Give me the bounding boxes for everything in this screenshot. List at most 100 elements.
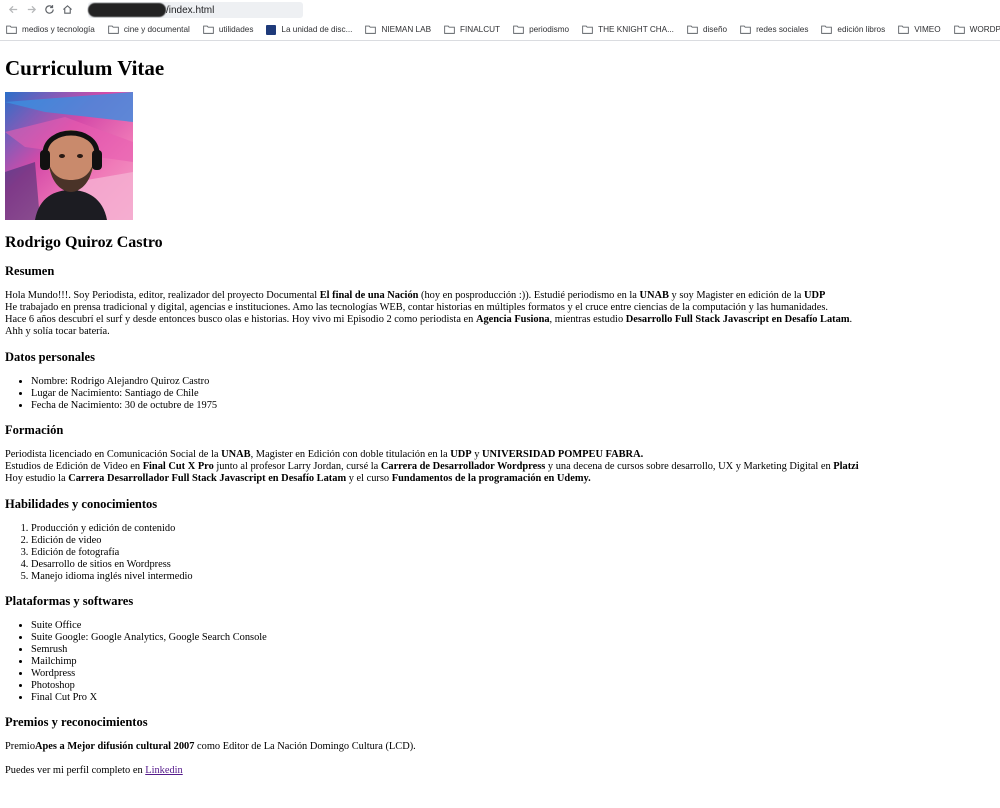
folder-icon — [203, 25, 214, 34]
list-item: Wordpress — [31, 668, 995, 680]
university-unab: UNAB — [221, 449, 251, 460]
list-item: Lugar de Nacimiento: Santiago de Chile — [31, 388, 995, 400]
home-icon — [62, 5, 72, 14]
url-text: /index.html — [166, 4, 215, 16]
folder-icon — [365, 25, 377, 34]
text-run: y una decena de cursos sobre desarrollo,… — [545, 461, 834, 472]
list-item: Nombre: Rodrigo Alejandro Quiroz Castro — [31, 376, 995, 388]
list-item: Suite Google: Google Analytics, Google S… — [31, 632, 995, 644]
bookmark-label: FINALCUT — [460, 25, 501, 34]
address-bar[interactable]: /index.html — [88, 2, 303, 18]
browser-toolbar: /index.html — [0, 0, 1000, 19]
list-item: Desarrollo de sitios en Wordpress — [31, 559, 995, 571]
bookmark-item[interactable]: VIMEO — [898, 25, 941, 34]
university-udp: UDP — [803, 290, 826, 301]
course-name: Carrera de Desarrollador Wordpress — [380, 461, 546, 472]
university-pompeu-fabra: UNIVERSIDAD POMPEU FABRA. — [482, 449, 644, 460]
course-name: Carrera Desarrollador Full Stack Javascr… — [68, 473, 347, 484]
bookmark-item[interactable]: NIEMAN LAB — [365, 25, 431, 34]
bookmark-item[interactable]: THE KNIGHT CHA... — [582, 25, 674, 34]
arrow-right-icon — [27, 5, 36, 14]
text-run: . — [849, 314, 853, 325]
bookmark-item[interactable]: cine y documental — [108, 25, 190, 34]
text-run: Periodista licenciado en Comunicación So… — [5, 449, 222, 460]
bookmark-label: utilidades — [218, 25, 254, 34]
reload-icon — [44, 5, 54, 14]
agency-name: Agencia Fusiona — [475, 314, 550, 325]
plataformas-heading: Plataformas y softwares — [5, 594, 134, 608]
perfil-paragraph: Puedes ver mi perfil completo en Linkedi… — [5, 765, 995, 777]
bookmark-label: NIEMAN LAB — [381, 25, 432, 34]
text-run: (hoy en posproducción :)). Estudié perio… — [418, 290, 640, 301]
list-item: Suite Office — [31, 620, 995, 632]
back-button[interactable] — [4, 1, 22, 19]
habilidades-heading: Habilidades y conocimientos — [5, 497, 158, 511]
text-run: Hola Mundo!!!. Soy Periodista, editor, r… — [5, 290, 320, 301]
folder-icon — [740, 25, 751, 34]
list-item: Semrush — [31, 644, 995, 656]
list-item: Photoshop — [31, 680, 995, 692]
formacion-paragraph: Periodista licenciado en Comunicación So… — [5, 449, 995, 485]
folder-icon — [953, 25, 965, 34]
reload-button[interactable] — [40, 1, 58, 19]
bookmark-item[interactable]: medios y tecnología — [6, 25, 95, 34]
bookmark-item[interactable]: WORDPRESS — [953, 25, 1000, 34]
folder-icon — [108, 25, 119, 34]
bookmark-item[interactable]: FINALCUT — [444, 25, 500, 34]
list-item: Edición de video — [31, 535, 995, 547]
bookmark-label: medios y tecnología — [22, 25, 95, 34]
bookmarks-bar: medios y tecnología cine y documental util… — [0, 19, 1000, 41]
bookmark-label: periodismo — [529, 25, 570, 34]
page-title: Curriculum Vitae — [5, 56, 165, 80]
redacted-url-segment — [88, 3, 166, 17]
list-item: Mailchimp — [31, 656, 995, 668]
page-content: Curriculum Vitae Rodrigo Quiroz Castro R… — [0, 56, 1000, 777]
bookmark-item[interactable]: La unidad de disc... — [266, 24, 353, 35]
text-run: junto al profesor Larry Jordan, cursé la — [213, 461, 381, 472]
text-run: Hoy estudio la — [5, 473, 69, 484]
profile-photo — [5, 92, 133, 220]
bookmark-item[interactable]: utilidades — [203, 25, 254, 34]
list-item: Final Cut Pro X — [31, 692, 995, 704]
software-name: Final Cut X Pro — [142, 461, 214, 472]
folder-icon — [513, 25, 524, 34]
text-run: Ahh y solía tocar batería. — [5, 326, 110, 337]
university-unab: UNAB — [639, 290, 669, 301]
text-run: Estudios de Edición de Video en — [5, 461, 143, 472]
bookmark-label: diseño — [702, 25, 728, 34]
bookmark-label: redes sociales — [756, 25, 809, 34]
platform-name: Platzi — [833, 461, 859, 472]
plataformas-list: Suite Office Suite Google: Google Analyt… — [5, 620, 995, 704]
bookmark-item[interactable]: edición libros — [821, 25, 885, 34]
person-name: Rodrigo Quiroz Castro — [5, 234, 163, 251]
text-run: Premio — [5, 741, 36, 752]
bookmark-label: edición libros — [837, 25, 886, 34]
list-item: Fecha de Nacimiento: 30 de octubre de 19… — [31, 400, 995, 412]
folder-icon — [6, 25, 17, 34]
folder-icon — [444, 25, 455, 34]
linkedin-link[interactable]: Linkedin — [145, 765, 183, 776]
text-run: , Magister en Edición con doble titulaci… — [250, 449, 451, 460]
folder-icon — [821, 25, 833, 34]
drive-favicon-icon — [266, 24, 277, 35]
forward-button[interactable] — [22, 1, 40, 19]
resumen-heading: Resumen — [5, 264, 55, 278]
documentary-title: El final de una Nación — [319, 290, 419, 301]
datos-heading: Datos personales — [5, 350, 95, 364]
text-run: como Editor de La Nación Domingo Cultura… — [194, 741, 416, 752]
list-item: Producción y edición de contenido — [31, 523, 995, 535]
list-item: Edición de fotografía — [31, 547, 995, 559]
bookmark-label: La unidad de disc... — [281, 25, 353, 34]
bookmark-label: WORDPRESS — [969, 25, 1000, 34]
resumen-paragraph: Hola Mundo!!!. Soy Periodista, editor, r… — [5, 290, 995, 338]
text-run: y — [471, 449, 483, 460]
university-udp: UDP — [450, 449, 472, 460]
bookmark-label: VIMEO — [914, 25, 941, 34]
bookmark-item[interactable]: redes sociales — [740, 25, 808, 34]
bookmark-item[interactable]: diseño — [687, 25, 727, 34]
home-button[interactable] — [58, 1, 76, 19]
bookmark-item[interactable]: periodismo — [513, 25, 569, 34]
text-run: He trabajado en prensa tradicional y dig… — [5, 302, 829, 313]
formacion-heading: Formación — [5, 423, 64, 437]
text-run: y soy Magister en edición de la — [668, 290, 804, 301]
